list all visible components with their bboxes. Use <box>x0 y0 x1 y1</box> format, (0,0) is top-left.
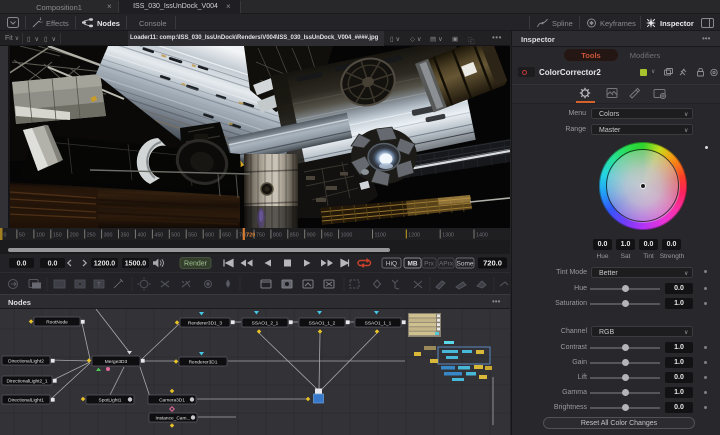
svg-text:1100: 1100 <box>375 233 386 239</box>
svg-text:250: 250 <box>87 233 96 239</box>
svg-text:0.0: 0.0 <box>17 261 27 268</box>
svg-text:Renderer3D1_3: Renderer3D1_3 <box>188 321 222 327</box>
svg-text:100: 100 <box>36 233 45 239</box>
svg-text:APrx: APrx <box>439 260 454 267</box>
svg-text:500: 500 <box>171 233 180 239</box>
svg-text:Renderer3D1: Renderer3D1 <box>189 360 218 366</box>
svg-text:Prx: Prx <box>424 260 435 267</box>
svg-text:800: 800 <box>273 233 282 239</box>
svg-text:SSAO1_2_1: SSAO1_2_1 <box>252 321 279 327</box>
svg-text:DirectionalLight2_1: DirectionalLight2_1 <box>6 379 47 385</box>
svg-text:300: 300 <box>104 233 113 239</box>
svg-text:MB: MB <box>407 260 417 267</box>
svg-text:400: 400 <box>137 233 146 239</box>
svg-text:950: 950 <box>324 233 333 239</box>
svg-text:1200: 1200 <box>408 233 420 239</box>
svg-text:650: 650 <box>222 233 231 239</box>
svg-text:Camera3D1: Camera3D1 <box>159 398 185 404</box>
svg-text:Merge3D3: Merge3D3 <box>105 359 128 365</box>
svg-text:50: 50 <box>19 233 25 239</box>
svg-text:900: 900 <box>307 233 316 239</box>
svg-text:Some: Some <box>457 260 474 267</box>
svg-text:720.0: 720.0 <box>483 259 502 268</box>
svg-text:0.0: 0.0 <box>48 261 58 268</box>
svg-text:DirectionalLight2: DirectionalLight2 <box>8 359 44 365</box>
svg-text:150: 150 <box>53 233 62 239</box>
svg-text:1200.0: 1200.0 <box>94 261 116 268</box>
svg-text:720: 720 <box>246 233 255 239</box>
svg-text:HiQ: HiQ <box>386 260 397 267</box>
svg-text:Render: Render <box>184 261 208 268</box>
svg-text:350: 350 <box>121 233 130 239</box>
svg-text:550: 550 <box>188 233 197 239</box>
svg-text:T: T <box>97 283 101 289</box>
svg-text:450: 450 <box>154 233 163 239</box>
svg-text:Instance_Cam...: Instance_Cam... <box>156 416 191 422</box>
svg-text:DirectionalLight1: DirectionalLight1 <box>8 398 44 404</box>
svg-text:RootNode: RootNode <box>46 320 68 326</box>
svg-text:750: 750 <box>256 233 265 239</box>
svg-text:SSAO1_1_1: SSAO1_1_1 <box>365 321 392 327</box>
svg-text:1500.0: 1500.0 <box>125 261 147 268</box>
svg-text:SSAO1_1_2: SSAO1_1_2 <box>309 321 336 327</box>
svg-text:SpotLight1: SpotLight1 <box>99 398 122 404</box>
svg-text:1000: 1000 <box>341 233 353 239</box>
svg-text:1400: 1400 <box>476 233 488 239</box>
svg-text:600: 600 <box>205 233 214 239</box>
svg-text:0: 0 <box>4 233 7 239</box>
svg-text:200: 200 <box>70 233 79 239</box>
svg-text:850: 850 <box>290 233 299 239</box>
svg-text:1300: 1300 <box>442 233 454 239</box>
